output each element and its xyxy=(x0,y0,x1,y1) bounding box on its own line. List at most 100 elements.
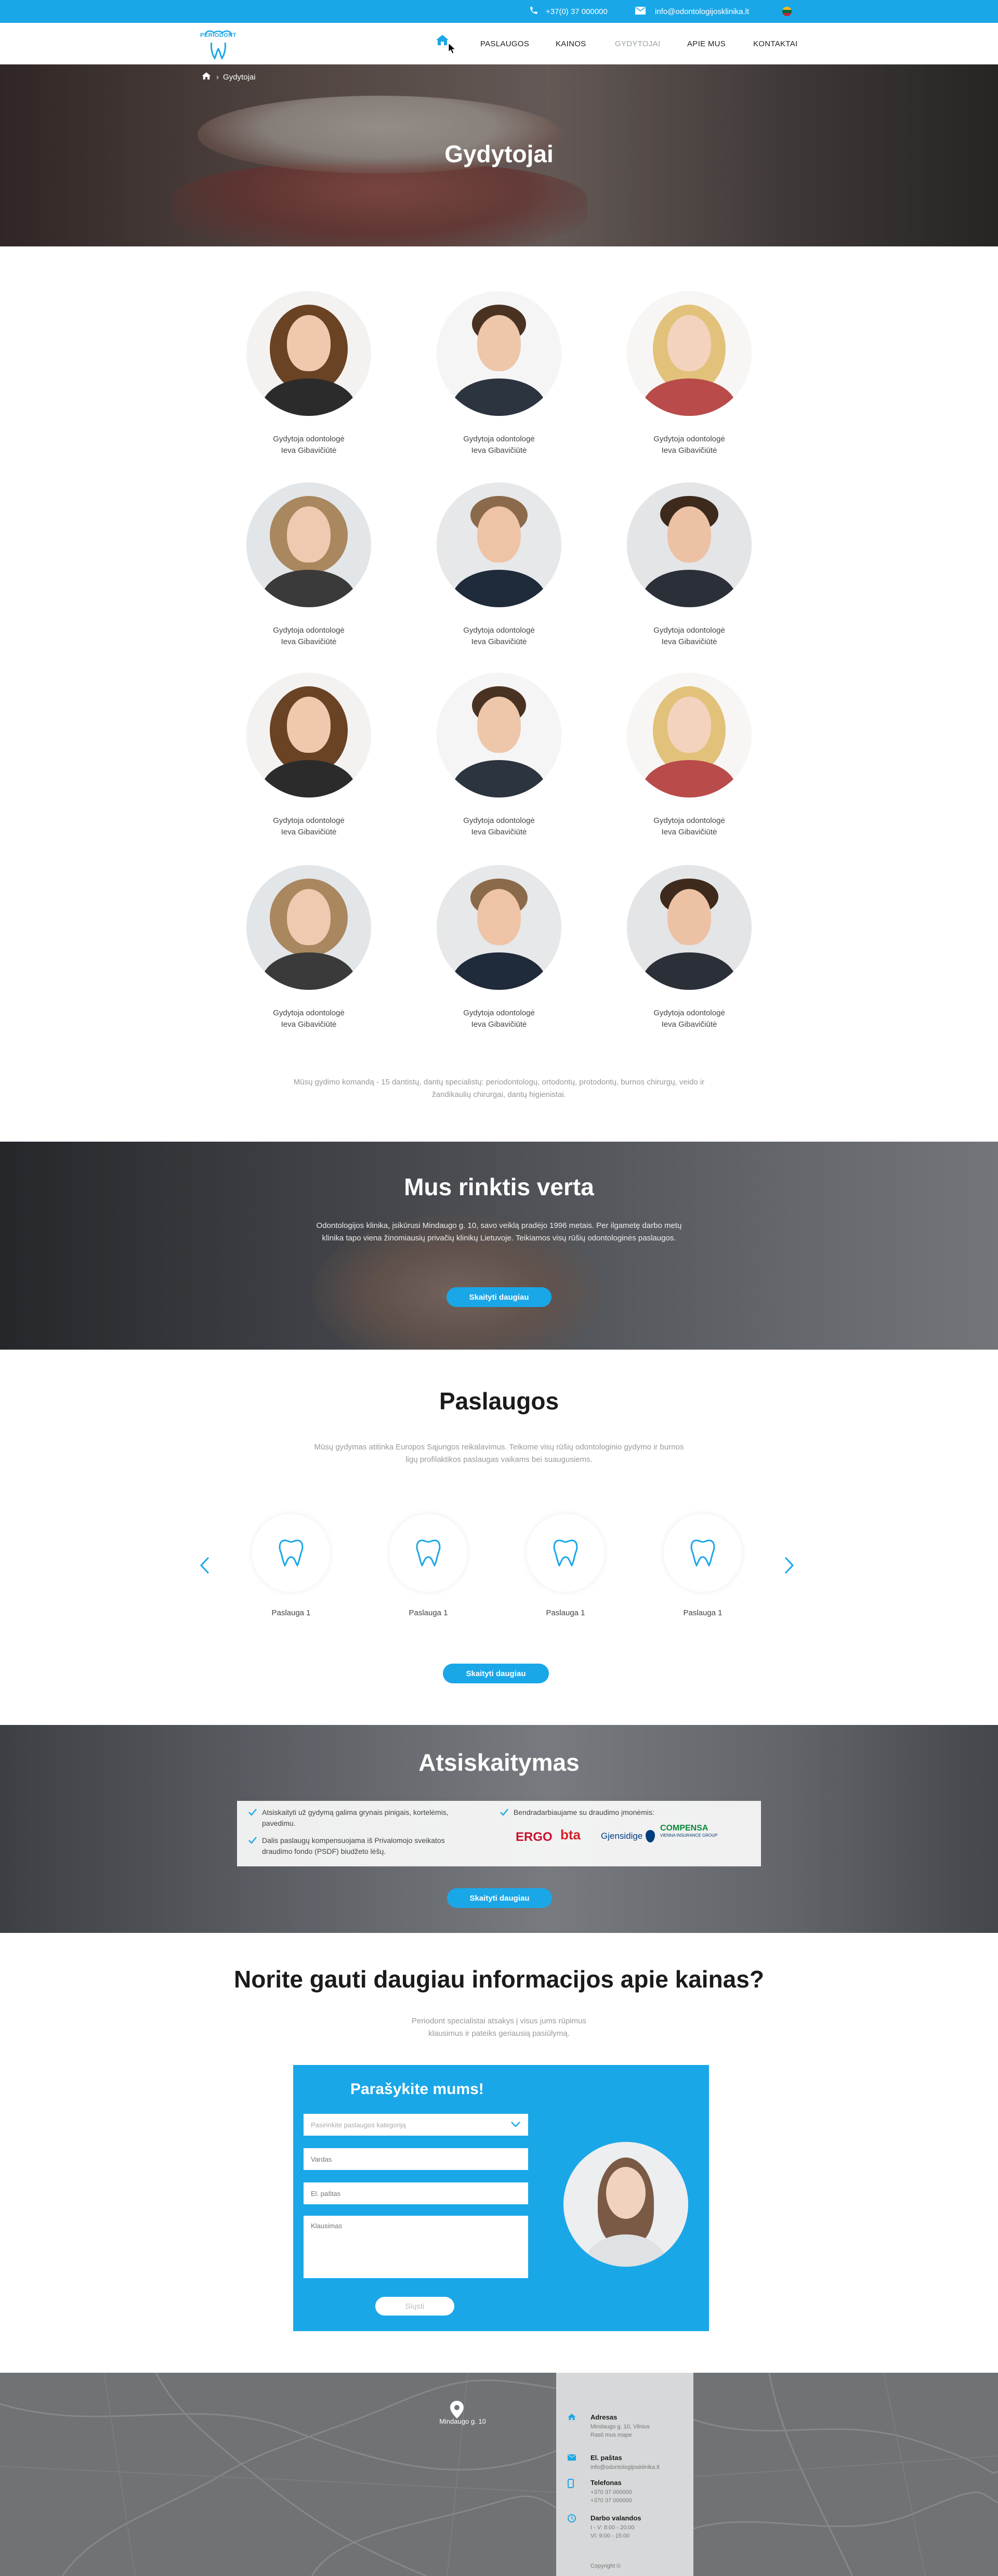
nav-paslaugos[interactable]: PASLAUGOS xyxy=(480,23,529,64)
doctor-card[interactable]: Gydytoja odontologė Ieva Gibavičiūtė xyxy=(611,865,767,1030)
doctor-card[interactable]: Gydytoja odontologė Ieva Gibavičiūtė xyxy=(421,673,577,838)
service-card[interactable]: Paslauga 1 xyxy=(239,1514,343,1617)
nav-apie-mus[interactable]: APIE MUS xyxy=(687,23,726,64)
contact-value[interactable]: +370 37 000000 xyxy=(590,2496,632,2505)
payment-item-cash: Atsiskaityti už gydymą galima grynais pi… xyxy=(248,1807,472,1829)
doctor-photo[interactable] xyxy=(627,865,752,990)
why-title: Mus rinktis verta xyxy=(404,1173,594,1200)
doctor-name[interactable]: Ieva Gibavičiūtė xyxy=(611,636,767,648)
doctor-photo[interactable] xyxy=(437,482,561,607)
email-field[interactable] xyxy=(304,2182,528,2204)
nav-label[interactable]: APIE MUS xyxy=(687,40,726,48)
doctor-name[interactable]: Ieva Gibavičiūtė xyxy=(611,1019,767,1030)
tooth-icon xyxy=(279,1539,304,1567)
doctor-card[interactable]: Gydytoja odontologė Ieva Gibavičiūtė xyxy=(421,291,577,456)
doctor-name[interactable]: Ieva Gibavičiūtė xyxy=(421,827,577,838)
doctor-name[interactable]: Ieva Gibavičiūtė xyxy=(611,445,767,456)
doctor-card[interactable]: Gydytoja odontologė Ieva Gibavičiūtė xyxy=(421,482,577,648)
breadcrumb-home-icon[interactable] xyxy=(202,72,211,82)
doctor-name[interactable]: Ieva Gibavičiūtė xyxy=(231,636,387,648)
doctor-card[interactable]: Gydytoja odontologė Ieva Gibavičiūtė xyxy=(231,291,387,456)
contact-value[interactable]: +370 37 000000 xyxy=(590,2488,632,2496)
nav-gydytojai[interactable]: GYDYTOJAI xyxy=(615,23,660,64)
doctor-card[interactable]: Gydytoja odontologė Ieva Gibavičiūtė xyxy=(611,673,767,838)
doctor-photo[interactable] xyxy=(437,291,561,416)
service-card[interactable]: Paslauga 1 xyxy=(514,1514,618,1617)
category-select[interactable]: Pasirinkite paslaugos kategoriją xyxy=(304,2114,528,2136)
contact-value[interactable]: info@odontologijosklinika.lt xyxy=(590,2463,660,2472)
doctor-photo[interactable] xyxy=(246,291,371,416)
service-card[interactable]: Paslauga 1 xyxy=(376,1514,480,1617)
doctor-card[interactable]: Gydytoja odontologė Ieva Gibavičiūtė xyxy=(611,482,767,648)
doctor-role: Gydytoja odontologė xyxy=(653,435,725,443)
payment-item-text: Atsiskaityti už gydymą galima grynais pi… xyxy=(262,1808,449,1827)
ergo-logo: ERGO xyxy=(516,1830,553,1844)
nav-label[interactable]: KONTAKTAI xyxy=(753,40,798,48)
top-bar: +37(0) 37 000000 info@odontologijosklini… xyxy=(0,0,998,23)
service-card[interactable]: Paslauga 1 xyxy=(651,1514,755,1617)
contact-form: Parašykite mums! Pasirinkite paslaugos k… xyxy=(293,2065,709,2331)
why-read-more-button[interactable]: Skaityti daugiau xyxy=(447,1287,551,1307)
doctor-name[interactable]: Ieva Gibavičiūtė xyxy=(231,445,387,456)
phone-contact[interactable]: +37(0) 37 000000 xyxy=(529,0,608,23)
mail-icon xyxy=(635,6,646,17)
check-icon xyxy=(500,1808,508,1819)
doctor-photo[interactable] xyxy=(437,673,561,797)
doctor-card[interactable]: Gydytoja odontologė Ieva Gibavičiūtė xyxy=(231,482,387,648)
email-address[interactable]: info@odontologijosklinika.lt xyxy=(655,7,749,16)
submit-button[interactable]: Siųsti xyxy=(375,2297,454,2316)
check-icon xyxy=(248,1836,257,1847)
language-flag-lt-icon[interactable] xyxy=(782,0,792,23)
doctor-name[interactable]: Ieva Gibavičiūtė xyxy=(231,1019,387,1030)
service-icon-circle[interactable] xyxy=(664,1514,742,1592)
nav-label-active[interactable]: GYDYTOJAI xyxy=(615,40,660,48)
contact-label: Telefonas xyxy=(590,2479,622,2487)
location-map[interactable] xyxy=(0,2373,998,2576)
doctor-name[interactable]: Ieva Gibavičiūtė xyxy=(611,827,767,838)
carousel-next-icon[interactable] xyxy=(784,1557,794,1577)
contact-label: Adresas xyxy=(590,2413,618,2421)
doctor-role: Gydytoja odontologė xyxy=(463,626,535,635)
payments-read-more-button[interactable]: Skaityti daugiau xyxy=(447,1888,552,1908)
service-icon-circle[interactable] xyxy=(527,1514,605,1592)
nav-kainos[interactable]: KAINOS xyxy=(556,23,586,64)
doctor-name[interactable]: Ieva Gibavičiūtė xyxy=(421,636,577,648)
contact-value[interactable]: Rasti mus mape xyxy=(590,2431,632,2439)
doctor-name[interactable]: Ieva Gibavičiūtė xyxy=(231,827,387,838)
doctor-name[interactable]: Ieva Gibavičiūtė xyxy=(421,445,577,456)
why-text: Odontologijos klinika, įsikūrusi Mindaug… xyxy=(316,1221,682,1243)
doctor-role: Gydytoja odontologė xyxy=(273,626,345,635)
services-read-more-button[interactable]: Skaityti daugiau xyxy=(443,1664,549,1683)
contact-value: Mindaugo g. 10, Vilnius xyxy=(590,2424,650,2430)
service-icon-circle[interactable] xyxy=(389,1514,467,1592)
doctor-card[interactable]: Gydytoja odontologė Ieva Gibavičiūtė xyxy=(421,865,577,1030)
name-field[interactable] xyxy=(304,2148,528,2170)
email-contact[interactable]: info@odontologijosklinika.lt xyxy=(635,0,749,23)
nav-kontaktai[interactable]: KONTAKTAI xyxy=(753,23,798,64)
phone-number[interactable]: +37(0) 37 000000 xyxy=(546,7,608,16)
doctor-photo[interactable] xyxy=(437,865,561,990)
periodont-logo[interactable]: PERIODONT xyxy=(200,28,237,60)
doctor-photo[interactable] xyxy=(246,482,371,607)
home-icon[interactable] xyxy=(436,34,449,48)
nav-label[interactable]: KAINOS xyxy=(556,40,586,48)
doctor-role: Gydytoja odontologė xyxy=(273,1009,345,1017)
doctor-photo[interactable] xyxy=(627,482,752,607)
doctor-photo[interactable] xyxy=(246,673,371,797)
info-title: Norite gauti daugiau informacijos apie k… xyxy=(234,1966,764,1993)
carousel-prev-icon[interactable] xyxy=(200,1557,210,1577)
doctor-photo[interactable] xyxy=(246,865,371,990)
service-label: Paslauga 1 xyxy=(409,1609,448,1617)
nav-label[interactable]: PASLAUGOS xyxy=(480,40,529,48)
doctor-role: Gydytoja odontologė xyxy=(653,626,725,635)
doctor-photo[interactable] xyxy=(627,673,752,797)
doctor-card[interactable]: Gydytoja odontologė Ieva Gibavičiūtė xyxy=(231,865,387,1030)
doctor-card[interactable]: Gydytoja odontologė Ieva Gibavičiūtė xyxy=(231,673,387,838)
doctor-card[interactable]: Gydytoja odontologė Ieva Gibavičiūtė xyxy=(611,291,767,456)
doctor-photo[interactable] xyxy=(627,291,752,416)
service-label: Paslauga 1 xyxy=(546,1609,585,1617)
doctor-name[interactable]: Ieva Gibavičiūtė xyxy=(421,1019,577,1030)
gjensidige-logo: Gjensidige xyxy=(601,1830,655,1842)
service-icon-circle[interactable] xyxy=(252,1514,330,1592)
message-field[interactable] xyxy=(304,2216,528,2278)
